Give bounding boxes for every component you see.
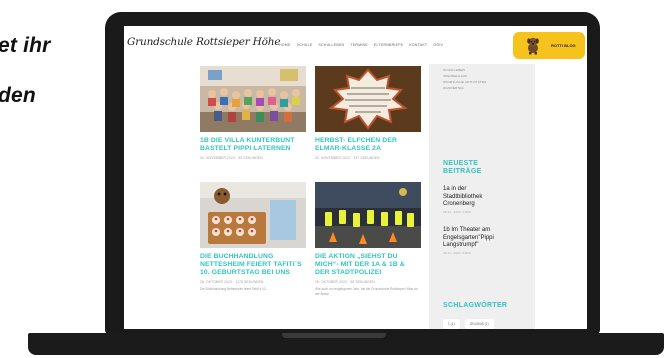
post-meta: 02. NOVEMBER 2023 · 20 SEKUNDEN <box>200 156 263 160</box>
nav-item-schulleben[interactable]: SCHULLEBEN <box>318 43 344 47</box>
nav-item-termine[interactable]: TERMINE <box>350 43 368 47</box>
recent-post-title-line-3[interactable]: Cronenberg <box>443 201 531 209</box>
post-card[interactable]: HERBST- ELFCHEN DER ELMAR-KLASSE 2A 02. … <box>315 66 421 160</box>
category-list: SCHULLEBEN SPENDENLAUF SPORTLICHE AKTIVI… <box>443 67 487 91</box>
recent-posts-heading-line-1: NEUESTE <box>443 160 479 167</box>
post-title[interactable]: HERBST- ELFCHEN DER ELMAR-KLASSE 2A <box>315 137 421 153</box>
tag-item[interactable]: 1 (1) <box>443 319 460 329</box>
recent-posts-heading-line-2: BEITRÄGE <box>443 168 482 175</box>
post-excerpt: Wie auch im vergangenen Jahr, hat die Gr… <box>315 287 418 296</box>
post-thumbnail-cupcakes[interactable] <box>200 182 306 248</box>
main-nav: HOME SCHULE SCHULLEBEN TERMINE ELTERNBRI… <box>279 43 443 47</box>
post-thumbnail-class-photo[interactable] <box>200 66 306 132</box>
post-thumbnail-leaf-poem[interactable] <box>315 66 421 132</box>
recent-post-title-line-1[interactable]: 1a in der <box>443 186 531 194</box>
site-logo[interactable]: Grundschule Rottsieper Höhe <box>127 36 281 48</box>
nav-item-elternbriefe[interactable]: ELTERNBRIEFE <box>374 43 403 47</box>
post-title[interactable]: DIE AKTION „SIEHST DU MICH“- MIT DER 1A … <box>315 253 421 277</box>
post-title[interactable]: 1B DIE VILLA KUNTERBUNT BASTELT PIPPI LA… <box>200 137 306 153</box>
background-text-line-1: et ihr <box>0 34 51 57</box>
post-excerpt: Die Buchhandlung Nettesheim feiert Tafit… <box>200 287 267 291</box>
rotti-blog-label: ROTTI BLOG <box>551 43 576 48</box>
nav-item-schule[interactable]: SCHULE <box>297 43 313 47</box>
post-card[interactable]: DIE AKTION „SIEHST DU MICH“- MIT DER 1A … <box>315 182 421 297</box>
post-title[interactable]: DIE BUCHHANDLUNG NETTESHEIM FEIERT TAFIT… <box>200 253 306 277</box>
dog-mascot-icon <box>527 37 539 55</box>
recent-post-title-line-3[interactable]: Langstrumpf" <box>443 242 533 250</box>
category-item[interactable]: WANDERTAG <box>443 85 487 91</box>
post-thumbnail-safety-vests[interactable] <box>315 182 421 248</box>
nav-item-home[interactable]: HOME <box>279 43 291 47</box>
rotti-blog-button[interactable]: ROTTI BLOG <box>513 32 585 59</box>
background-text-line-2: den <box>0 84 36 107</box>
recent-post[interactable]: 1a in der Stadtbibliothek Cronenberg 08.… <box>443 186 531 214</box>
tag-list: 1 (1) ZEUGNIS (1) <box>443 319 494 329</box>
recent-post-date: 08.11. 2023·3 MIN <box>443 209 472 214</box>
post-meta: 26. OKTOBER 2023 · 59 SEKUNDEN <box>315 280 375 284</box>
sidebar: SCHULLEBEN SPENDENLAUF SPORTLICHE AKTIVI… <box>429 64 535 329</box>
tags-heading: SCHLAGWÖRTER <box>443 302 508 309</box>
post-card[interactable]: DIE BUCHHANDLUNG NETTESHEIM FEIERT TAFIT… <box>200 182 306 292</box>
laptop-notch <box>282 333 386 338</box>
stage: et ihr den Grundschule Rottsieper Höhe H… <box>0 0 664 358</box>
recent-posts-heading: NEUESTE BEITRÄGE <box>443 160 482 176</box>
recent-post-date: 08.11. 2023·3 MIN <box>443 250 472 255</box>
laptop-screen: Grundschule Rottsieper Höhe HOME SCHULE … <box>124 26 587 329</box>
tag-item[interactable]: ZEUGNIS (1) <box>464 319 494 329</box>
site-header: Grundschule Rottsieper Höhe HOME SCHULE … <box>124 26 587 64</box>
recent-post-title-line-1[interactable]: 1b Im Theater am <box>443 227 533 235</box>
post-grid: 1B DIE VILLA KUNTERBUNT BASTELT PIPPI LA… <box>200 64 426 329</box>
post-card[interactable]: 1B DIE VILLA KUNTERBUNT BASTELT PIPPI LA… <box>200 66 306 160</box>
post-meta: 28. OKTOBER 2023 · 1178 SEKUNDEN <box>200 280 264 284</box>
nav-item-ogiv[interactable]: OGIV <box>433 43 443 47</box>
recent-post[interactable]: 1b Im Theater am Engelsgarten"Pippi Lang… <box>443 227 533 255</box>
nav-item-kontakt[interactable]: KONTAKT <box>409 43 427 47</box>
recent-post-title-line-2[interactable]: Engelsgarten"Pippi <box>443 235 533 243</box>
recent-post-title-line-2[interactable]: Stadtbibliothek <box>443 194 531 202</box>
post-meta: 02. NOVEMBER 2023 · 337 SEKUNDEN <box>315 156 380 160</box>
